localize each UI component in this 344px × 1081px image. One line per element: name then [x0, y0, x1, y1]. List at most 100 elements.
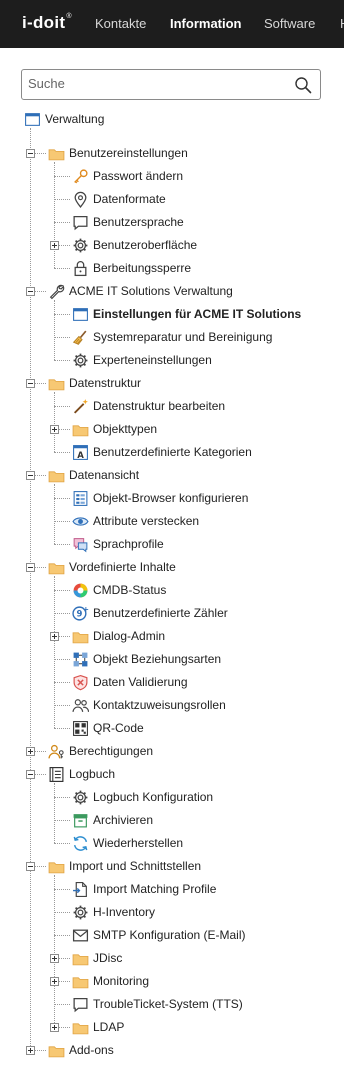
- tree-item-kontaktzuweisungsrollen[interactable]: Kontaktzuweisungsrollen: [72, 695, 226, 715]
- tree-item-sprachprofile[interactable]: Sprachprofile: [72, 534, 164, 554]
- tree-item-objekt-beziehungsarten[interactable]: Objekt Beziehungsarten: [72, 649, 221, 669]
- folder-icon: [48, 470, 65, 482]
- tree-item-label: LDAP: [93, 1020, 125, 1034]
- counter-icon: 9+: [72, 605, 89, 621]
- tree-item-label: SMTP Konfiguration (E-Mail): [93, 928, 246, 942]
- tree-guide-line: [54, 797, 70, 798]
- tree-item-daten-validierung[interactable]: Daten Validierung: [72, 672, 188, 692]
- collapse-toggle-acme-it-solutions-verwaltung[interactable]: [26, 287, 35, 296]
- tree-item-label: Berechtigungen: [69, 744, 154, 758]
- tree-item-smtp-konfiguration[interactable]: SMTP Konfiguration (E-Mail): [72, 925, 246, 945]
- import-icon: [73, 881, 87, 897]
- svg-text:A: A: [77, 450, 84, 460]
- window-icon: [73, 307, 88, 321]
- tree-item-logbuch[interactable]: Logbuch: [48, 764, 115, 784]
- tree-guide-line: [30, 128, 31, 1050]
- tree-item-import-matching-profile[interactable]: Import Matching Profile: [72, 879, 216, 899]
- tree-item-objekt-browser-konfigurieren[interactable]: Objekt-Browser konfigurieren: [72, 488, 248, 508]
- tree-item-label: Dialog-Admin: [93, 629, 166, 643]
- tree-item-benutzerdefinierte-kategorien[interactable]: A Benutzerdefinierte Kategorien: [72, 442, 252, 462]
- tree-item-cmdb-status[interactable]: CMDB-Status: [72, 580, 166, 600]
- tree-guide-line: [54, 682, 70, 683]
- tree-guide-line: [54, 935, 70, 936]
- collapse-toggle-logbuch[interactable]: [26, 770, 35, 779]
- tree-item-acme-it-solutions-verwaltung[interactable]: ACME IT Solutions Verwaltung: [48, 281, 233, 301]
- tree-item-label: Datenformate: [93, 192, 166, 206]
- tree-item-folder-import-und-schnittstellen[interactable]: Import und Schnittstellen: [48, 856, 201, 876]
- tree-guide-line: [54, 659, 70, 660]
- expand-toggle-jdisc[interactable]: [50, 954, 59, 963]
- tree-item-wiederherstellen[interactable]: Wiederherstellen: [72, 833, 183, 853]
- tree-root-verwaltung[interactable]: Verwaltung: [24, 109, 104, 129]
- tree-item-berechtigungen[interactable]: Berechtigungen: [48, 741, 153, 761]
- tree-item-datenstruktur-bearbeiten[interactable]: Datenstruktur bearbeiten: [72, 396, 225, 416]
- tree-item-experteneinstellungen[interactable]: Experteneinstellungen: [72, 350, 212, 370]
- tree-item-passwort-aendern[interactable]: Passwort ändern: [72, 166, 183, 186]
- tree-item-label: Passwort ändern: [93, 169, 184, 183]
- tree-item-folder-benutzereinstellungen[interactable]: Benutzereinstellungen: [48, 143, 188, 163]
- tree-item-monitoring[interactable]: Monitoring: [72, 971, 149, 991]
- tree-item-label: H-Inventory: [93, 905, 156, 919]
- tree-item-logbuch-konfiguration[interactable]: Logbuch Konfiguration: [72, 787, 213, 807]
- tree-guide-line: [54, 222, 70, 223]
- broom-icon: [72, 330, 87, 345]
- refresh-icon: [73, 835, 88, 851]
- tree-item-ldap[interactable]: LDAP: [72, 1017, 124, 1037]
- tree-item-label: QR-Code: [93, 721, 144, 735]
- tree-guide-line: [54, 199, 70, 200]
- tree-guide-line: [54, 392, 55, 452]
- object-browser-icon: [73, 490, 88, 506]
- tree-item-jdisc[interactable]: JDisc: [72, 948, 122, 968]
- folder-icon: [72, 953, 89, 965]
- collapse-toggle-folder-benutzereinstellungen[interactable]: [26, 149, 35, 158]
- tree-item-label: Logbuch Konfiguration: [93, 790, 214, 804]
- tree-item-archivieren[interactable]: Archivieren: [72, 810, 153, 830]
- tree-guide-line: [54, 912, 70, 913]
- folder-icon: [48, 562, 65, 574]
- tree-item-label: Benutzerdefinierte Kategorien: [93, 445, 252, 459]
- collapse-toggle-folder-datenstruktur[interactable]: [26, 379, 35, 388]
- expand-toggle-objekttypen[interactable]: [50, 425, 59, 434]
- tree-item-objekttypen[interactable]: Objekttypen: [72, 419, 157, 439]
- tree-item-label: CMDB-Status: [93, 583, 167, 597]
- tree-item-label: Import Matching Profile: [93, 882, 217, 896]
- gear-icon: [73, 353, 88, 367]
- tree-item-dialog-admin[interactable]: Dialog-Admin: [72, 626, 165, 646]
- tree-item-benutzerdefinierte-zaehler[interactable]: 9 + Benutzerdefinierte Zähler: [72, 603, 228, 623]
- collapse-toggle-folder-import-und-schnittstellen[interactable]: [26, 862, 35, 871]
- tree-guide-line: [54, 176, 70, 177]
- collapse-toggle-folder-vordefinierte-inhalte[interactable]: [26, 563, 35, 572]
- collapse-toggle-folder-datenansicht[interactable]: [26, 471, 35, 480]
- tree-guide-line: [54, 705, 70, 706]
- tree-item-attribute-verstecken[interactable]: Attribute verstecken: [72, 511, 199, 531]
- tree-item-troubleticket-system[interactable]: TroubleTicket-System (TTS): [72, 994, 243, 1014]
- qr-code-icon: [73, 720, 88, 736]
- users-icon: [72, 698, 89, 712]
- logbook-icon: [49, 766, 64, 782]
- folder-icon: [48, 378, 65, 390]
- tree-item-folder-vordefinierte-inhalte[interactable]: Vordefinierte Inhalte: [48, 557, 176, 577]
- tree-item-add-ons[interactable]: Add-ons: [48, 1040, 114, 1060]
- tree-item-label: Import und Schnittstellen: [69, 859, 202, 873]
- folder-icon: [72, 976, 89, 988]
- tree-item-systemreparatur-und-bereinigung[interactable]: Systemreparatur und Bereinigung: [72, 327, 272, 347]
- tree-item-folder-datenansicht[interactable]: Datenansicht: [48, 465, 139, 485]
- expand-toggle-dialog-admin[interactable]: [50, 632, 59, 641]
- tree-item-qr-code[interactable]: QR-Code: [72, 718, 144, 738]
- expand-toggle-ldap[interactable]: [50, 1023, 59, 1032]
- tree-item-h-inventory[interactable]: H-Inventory: [72, 902, 155, 922]
- tree-item-label: Archivieren: [93, 813, 154, 827]
- speech-bubble-icon: [73, 215, 88, 230]
- tree-item-label: Benutzeroberfläche: [93, 238, 198, 252]
- expand-toggle-add-ons[interactable]: [26, 1046, 35, 1055]
- expand-toggle-monitoring[interactable]: [50, 977, 59, 986]
- tree-item-folder-datenstruktur[interactable]: Datenstruktur: [48, 373, 141, 393]
- tree-item-datenformate[interactable]: Datenformate: [72, 189, 166, 209]
- tree-item-einstellungen-fuer-acme[interactable]: Einstellungen für ACME IT Solutions: [72, 304, 301, 324]
- tree-item-benutzersprache[interactable]: Benutzersprache: [72, 212, 184, 232]
- expand-toggle-benutzeroberflaeche[interactable]: [50, 241, 59, 250]
- tree-item-benutzeroberflaeche[interactable]: Benutzeroberfläche: [72, 235, 197, 255]
- expand-toggle-berechtigungen[interactable]: [26, 747, 35, 756]
- tree-item-berbeitungssperre[interactable]: Berbeitungssperre: [72, 258, 191, 278]
- speech-bubble-icon: [73, 997, 88, 1012]
